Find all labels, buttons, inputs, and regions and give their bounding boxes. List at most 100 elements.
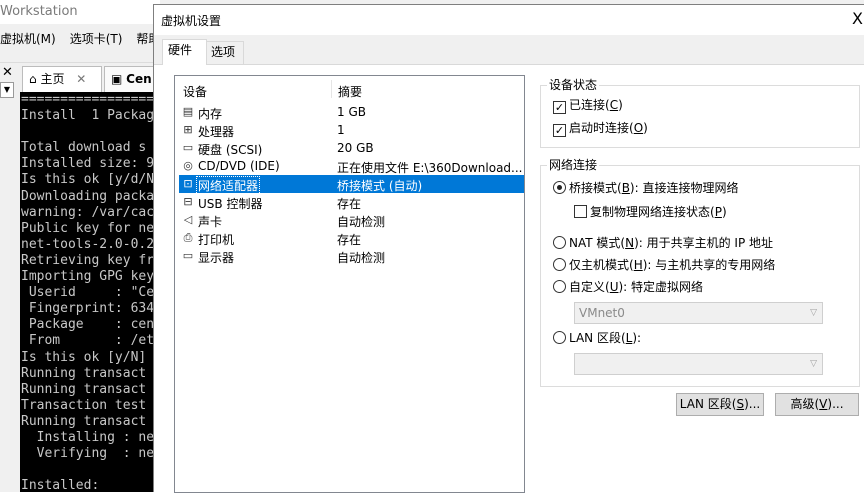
terminal-line: Fingerprint: 634 [21, 301, 155, 317]
device-summary: 存在 [337, 197, 362, 211]
device-name: CD/DVD (IDE) [198, 159, 280, 173]
connected-checkbox[interactable]: ✓ 已连接(C) [553, 98, 623, 114]
display-icon: ▭ [182, 249, 194, 262]
dialog-titlebar: 虚拟机设置 X [154, 5, 864, 35]
device-name: 硬盘 (SCSI) [198, 143, 263, 157]
menu-bar: 虚拟机(M) 选项卡(T) 帮助 [0, 28, 160, 50]
advanced-button[interactable]: 高级(V)... [775, 393, 859, 416]
usb-icon: ⊟ [183, 195, 193, 208]
device-name: 内存 [198, 107, 223, 121]
network-connection-group: 网络连接 桥接模式(B): 直接连接物理网络 复制物理网络连接状态(P) NAT… [540, 158, 860, 387]
terminal-line: Installed size: 9 [21, 156, 155, 172]
device-summary: 20 GB [337, 141, 374, 155]
cd-dvd-icon: ◎ [183, 159, 193, 172]
terminal-line: Install 1 Package [21, 108, 160, 124]
device-row[interactable]: ⊟ USB 控制器 存在 [179, 193, 524, 211]
terminal-line: Transaction test [21, 397, 147, 413]
device-row[interactable]: ⊞ 处理器 1 [179, 121, 524, 139]
device-row[interactable]: ◁ 声卡 自动检测 [179, 211, 524, 229]
device-status-group: 设备状态 ✓ 已连接(C) ✓ 启动时连接(O) [540, 78, 860, 148]
device-summary: 1 GB [337, 105, 366, 119]
device-summary: 正在使用文件 E:\360Download... [337, 161, 522, 175]
device-row[interactable]: ▭ 显示器 自动检测 [179, 247, 524, 265]
radio-unselected-icon [553, 236, 566, 249]
tab-home-label: 主页 [40, 72, 65, 86]
radio-unselected-icon [553, 280, 566, 293]
terminal-line: Is this ok [y/N] [21, 349, 147, 365]
device-list-header: 设备 摘要 [175, 76, 524, 102]
terminal-line: Is this ok [y/d/N [21, 172, 155, 188]
close-icon[interactable]: X [852, 9, 864, 29]
terminal-line: net-tools-2.0-0.2 [21, 236, 155, 252]
lan-segments-button[interactable]: LAN 区段(S)... [676, 393, 764, 416]
host-only-radio[interactable]: 仅主机模式(H): 与主机共享的专用网络 [553, 258, 775, 272]
column-divider[interactable] [331, 80, 332, 98]
device-name: 处理器 [198, 125, 235, 139]
terminal-line: Total download s [21, 140, 147, 156]
device-row[interactable]: ▤ 内存 1 GB [179, 103, 524, 121]
memory-icon: ▤ [182, 105, 194, 118]
bridged-mode-radio[interactable]: 桥接模式(B): 直接连接物理网络 [553, 181, 738, 195]
device-row[interactable]: ▭ 硬盘 (SCSI) 20 GB [179, 139, 524, 157]
network-adapter-icon: ⊡ [183, 177, 193, 190]
device-row[interactable]: ⎙ 打印机 存在 [179, 229, 524, 247]
tab-hardware[interactable]: 硬件 [162, 39, 207, 65]
column-header-summary[interactable]: 摘要 [338, 83, 362, 100]
terminal-line: Installing : ne [21, 429, 155, 445]
menu-tabs[interactable]: 选项卡(T) [70, 28, 123, 50]
device-name: USB 控制器 [198, 197, 263, 211]
close-library-icon[interactable]: ✕ [2, 66, 16, 80]
device-name: 打印机 [198, 233, 235, 247]
lan-segment-select[interactable]: ▽ [574, 353, 823, 375]
terminal-line: Downloading packa [21, 188, 155, 204]
printer-icon: ⎙ [183, 231, 193, 244]
terminal-line: Retrieving key fr [21, 252, 155, 268]
tab-options[interactable]: 选项 [206, 41, 244, 64]
vm-console[interactable]: ================= Install 1 Package Total … [20, 92, 160, 492]
app-title: Workstation [0, 0, 160, 24]
terminal-line: Package : cen [21, 317, 155, 333]
chevron-down-icon[interactable]: ▼ [0, 82, 14, 98]
network-connection-title: 网络连接 [547, 158, 600, 172]
chevron-down-icon: ▽ [810, 308, 817, 318]
close-icon[interactable]: ✕ [76, 72, 86, 86]
sound-card-icon: ◁ [183, 213, 193, 226]
tab-vm[interactable]: ▣ Cen [104, 66, 160, 92]
dialog-title: 虚拟机设置 [161, 14, 222, 28]
device-summary: 存在 [337, 233, 362, 247]
device-name: 声卡 [198, 215, 223, 229]
replicate-physical-state-checkbox[interactable]: 复制物理网络连接状态(P) [574, 205, 727, 219]
tab-home[interactable]: ⌂ 主页 ✕ [22, 66, 102, 92]
connect-at-power-on-checkbox[interactable]: ✓ 启动时连接(O) [553, 121, 648, 137]
dialog-tabs: 硬件 选项 [154, 35, 864, 65]
device-row[interactable]: ⊡ 网络适配器 桥接模式 (自动) [179, 175, 524, 195]
terminal-line: Public key for ne [21, 220, 155, 236]
checkbox-checked-icon: ✓ [553, 101, 566, 114]
column-header-device[interactable]: 设备 [183, 83, 207, 100]
lan-segment-radio[interactable]: LAN 区段(L): [553, 331, 641, 345]
hardware-panel: 设备 摘要 ▤ 内存 1 GB ⊞ 处理器 1 ▭ 硬盘 (SCSI) 20 GB ◎ CD/DVD… [154, 64, 864, 493]
terminal-line: warning: /var/cac [21, 204, 155, 220]
device-row[interactable]: ◎ CD/DVD (IDE) 正在使用文件 E:\360Download... [179, 157, 524, 175]
custom-network-radio[interactable]: 自定义(U): 特定虚拟网络 [553, 280, 703, 294]
radio-unselected-icon [553, 258, 566, 271]
terminal-line: Running transact [21, 381, 147, 397]
device-name: 网络适配器 [195, 176, 261, 195]
device-list[interactable]: 设备 摘要 ▤ 内存 1 GB ⊞ 处理器 1 ▭ 硬盘 (SCSI) 20 GB ◎ CD/DVD… [174, 75, 525, 493]
device-name: 显示器 [198, 251, 235, 265]
radio-selected-icon [553, 181, 566, 194]
vm-icon: ▣ [111, 72, 123, 86]
nat-mode-radio[interactable]: NAT 模式(N): 用于共享主机的 IP 地址 [553, 236, 773, 250]
custom-network-value: VMnet0 [579, 306, 625, 320]
radio-unselected-icon [553, 331, 566, 344]
terminal-line: ================= [21, 92, 155, 107]
terminal-line: Verifying : ne [21, 446, 155, 462]
custom-network-select[interactable]: VMnet0 ▽ [574, 302, 823, 324]
device-summary: 自动检测 [337, 215, 386, 229]
hard-disk-icon: ▭ [182, 141, 194, 154]
device-summary: 自动检测 [337, 251, 386, 265]
menu-vm[interactable]: 虚拟机(M) [0, 28, 56, 50]
terminal-line: Installed: [21, 478, 100, 492]
